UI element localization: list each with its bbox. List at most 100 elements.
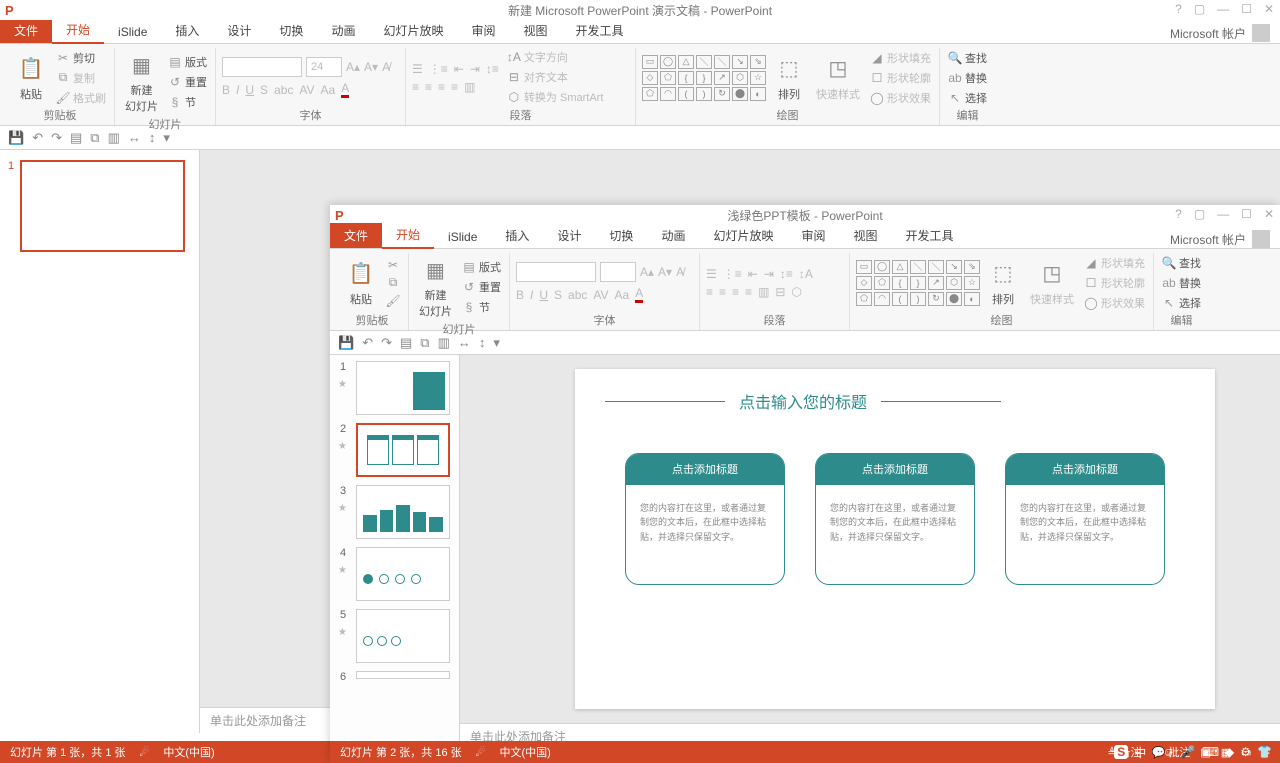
cut-button[interactable]: ✂剪切 [54,49,108,67]
format-painter-button[interactable]: 🖌格式刷 [54,89,108,107]
quick-styles-button[interactable]: ◳快速样式 [1026,257,1078,309]
clear-format-icon[interactable]: A̸ [676,265,684,279]
layout-button[interactable]: ▤版式 [166,53,209,71]
bullets-icon[interactable]: ☰ [412,62,423,76]
reset-button[interactable]: ↺重置 [166,73,209,91]
language-1[interactable]: 中文(中国) [163,744,214,760]
shape-fill-button[interactable]: ◢形状填充 [868,49,933,67]
tray-icon[interactable]: ◆ [1225,745,1234,759]
undo-icon[interactable]: ↶ [32,130,43,146]
tray-settings-icon[interactable]: ⚙ [1240,745,1251,759]
tab-design[interactable]: 设计 [543,223,595,248]
shapes-gallery[interactable]: ▭◯△＼＼↘⇘ ◇⬠{}↗⬡☆ ⬠◠()↻⬤◐ [856,260,980,306]
find-button[interactable]: 🔍查找 [946,49,989,67]
save-icon[interactable]: 💾 [8,130,24,146]
numbering-icon[interactable]: ⋮≡ [429,62,448,76]
qat-icon[interactable]: ▥ [108,130,120,146]
maximize-icon[interactable]: ☐ [1241,207,1252,221]
shape-outline-button[interactable]: ☐形状轮廓 [868,69,933,87]
slide-thumbnail[interactable]: 5★ [334,609,455,663]
tray-mic-icon[interactable]: 🎤 [1181,745,1196,759]
justify-icon[interactable]: ≡ [451,80,458,94]
underline-button[interactable]: U [539,288,548,302]
tray-emoji-icon[interactable]: ☺ [1163,745,1175,759]
replace-button[interactable]: ab替换 [946,69,989,87]
cut-button[interactable]: ✂ [384,257,402,273]
indent-inc-icon[interactable]: ⇥ [470,62,480,76]
shadow-button[interactable]: abc [568,288,587,302]
paste-button[interactable]: 📋粘贴 [12,52,50,104]
tab-view[interactable]: 视图 [839,223,891,248]
align-text-icon[interactable]: ⊟ [775,285,785,299]
clear-format-icon[interactable]: A̸ [382,60,390,74]
shape-outline-button[interactable]: ☐形状轮廓 [1082,274,1147,292]
tab-devtools[interactable]: 开发工具 [562,18,638,43]
line-spacing-icon[interactable]: ↕≡ [486,62,499,76]
new-slide-button[interactable]: ▦新建 幻灯片 [121,48,162,116]
tab-review[interactable]: 审阅 [457,18,509,43]
tab-file[interactable]: 文件 [330,223,382,248]
minimize-icon[interactable]: — [1217,207,1229,221]
bold-button[interactable]: B [516,288,524,302]
font-size-select[interactable]: 24 [306,57,342,77]
tab-devtools[interactable]: 开发工具 [892,223,968,248]
grow-font-icon[interactable]: A▴ [346,60,360,74]
indent-dec-icon[interactable]: ⇤ [454,62,464,76]
help-icon[interactable]: ? [1175,2,1182,16]
select-button[interactable]: ↖选择 [1160,294,1203,312]
spell-icon[interactable]: ☄ [476,746,486,759]
strike-button[interactable]: S [554,288,562,302]
align-center-icon[interactable]: ≡ [719,285,726,299]
smartart-icon[interactable]: ⬡ [791,285,801,299]
section-button[interactable]: §节 [166,93,209,111]
sogou-ime-icon[interactable]: S [1114,745,1128,759]
tab-view[interactable]: 视图 [509,18,561,43]
slide-thumbnail[interactable]: 1★ [334,361,455,415]
tab-islide[interactable]: iSlide [104,21,161,43]
tab-home[interactable]: 开始 [382,222,434,249]
slide-thumbnail[interactable]: 4★ [334,547,455,601]
quick-styles-button[interactable]: ◳快速样式 [812,52,864,104]
qat-icon[interactable]: ▤ [400,335,412,351]
slide-thumbnail-1[interactable]: 1 [20,160,185,252]
tab-transitions[interactable]: 切换 [265,18,317,43]
account-2[interactable]: Microsoft 帐户 [1170,230,1270,248]
bullets-icon[interactable]: ☰ [706,267,717,281]
copy-button[interactable]: ⧉ [384,275,402,291]
numbering-icon[interactable]: ⋮≡ [723,267,742,281]
align-left-icon[interactable]: ≡ [412,80,419,94]
spacing-button[interactable]: AV [593,288,608,302]
minimize-icon[interactable]: — [1217,2,1229,16]
tab-insert[interactable]: 插入 [161,18,213,43]
align-center-icon[interactable]: ≡ [425,80,432,94]
replace-button[interactable]: ab替换 [1160,274,1203,292]
font-color-button[interactable]: A [341,81,349,98]
italic-button[interactable]: I [530,288,533,302]
ribbon-options-icon[interactable]: ▢ [1194,2,1205,16]
indent-dec-icon[interactable]: ⇤ [748,267,758,281]
tab-animations[interactable]: 动画 [317,18,369,43]
reset-button[interactable]: ↺重置 [460,278,503,296]
shrink-font-icon[interactable]: A▾ [658,265,672,279]
case-button[interactable]: Aa [321,83,336,97]
align-left-icon[interactable]: ≡ [706,285,713,299]
font-color-button[interactable]: A [635,286,643,303]
spacing-button[interactable]: AV [299,83,314,97]
ime-mode[interactable]: 中 [1134,744,1146,761]
new-slide-button[interactable]: ▦新建 幻灯片 [415,253,456,321]
slide-canvas-2[interactable]: 点击输入您的标题 点击添加标题您的内容打在这里，或者通过复制您的文本后，在此框中… [460,355,1280,723]
slide-thumbnail[interactable]: 2★ [334,423,455,477]
shape-effects-button[interactable]: ◯形状效果 [868,89,933,107]
copy-button[interactable]: ⧉复制 [54,69,108,87]
qat-icon[interactable]: ⧉ [90,130,99,146]
text-direction-button[interactable]: ↕A文字方向 [505,48,605,66]
smartart-button[interactable]: ⬡转换为 SmartArt [505,88,605,106]
bold-button[interactable]: B [222,83,230,97]
close-icon[interactable]: ✕ [1264,2,1274,16]
case-button[interactable]: Aa [615,288,630,302]
language-2[interactable]: 中文(中国) [500,744,551,760]
shapes-gallery[interactable]: ▭◯△＼＼↘⇘ ◇⬠{}↗⬡☆ ⬠◠()↻⬤◐ [642,55,766,101]
tab-slideshow[interactable]: 幻灯片放映 [699,223,787,248]
columns-icon[interactable]: ▥ [464,80,475,94]
save-icon[interactable]: 💾 [338,335,354,351]
